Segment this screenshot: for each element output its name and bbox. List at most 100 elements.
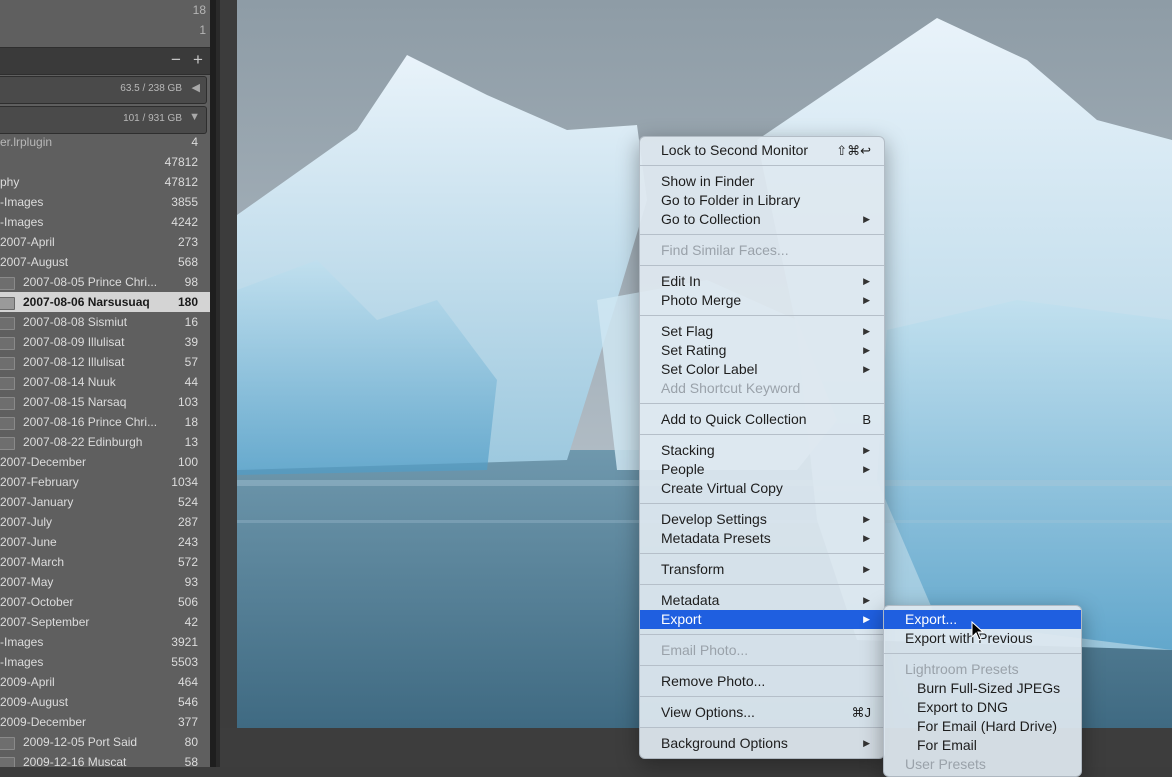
folder-photo-count: 58 <box>184 755 198 767</box>
menu-item-set-color-label[interactable]: Set Color Label ▶ <box>640 360 884 379</box>
folder-row[interactable]: 2007-08-08 Sismiut 16 <box>0 312 210 332</box>
folder-row[interactable]: 2007-January 524 <box>0 492 210 512</box>
folder-photo-count: 103 <box>177 395 198 409</box>
folder-photo-count: 273 <box>177 235 198 249</box>
menu-item-photo-merge[interactable]: Photo Merge ▶ <box>640 291 884 310</box>
menu-item-background-options[interactable]: Background Options ▶ <box>640 734 884 753</box>
folder-row[interactable]: 2009-12-16 Muscat 58 <box>0 752 210 767</box>
folder-photo-count: 287 <box>177 515 198 529</box>
menu-item-label: Lock to Second Monitor <box>661 142 809 158</box>
folder-row[interactable]: 2007-October 506 <box>0 592 210 612</box>
menu-separator <box>640 434 884 435</box>
folder-row[interactable]: 2007-08-12 Illulisat 57 <box>0 352 210 372</box>
folder-row[interactable]: -Images 3855 <box>0 192 210 212</box>
menu-item-go-to-folder-in-library[interactable]: Go to Folder in Library <box>640 191 884 210</box>
folder-name: 2007-December <box>0 455 87 469</box>
menu-separator <box>640 584 884 585</box>
submenu-item-for-email-hard-drive[interactable]: For Email (Hard Drive) <box>884 717 1081 736</box>
menu-item-lock-to-second-monitor[interactable]: Lock to Second Monitor ⇧⌘↩ <box>640 141 884 160</box>
folder-row[interactable]: 2009-August 546 <box>0 692 210 712</box>
menu-item-metadata[interactable]: Metadata ▶ <box>640 591 884 610</box>
folder-row[interactable]: 2007-July 287 <box>0 512 210 532</box>
folder-row[interactable]: 2007-December 100 <box>0 452 210 472</box>
panel-divider <box>216 0 220 767</box>
menu-item-people[interactable]: People ▶ <box>640 460 884 479</box>
folder-photo-count: 44 <box>184 375 198 389</box>
folder-name: -Images <box>0 195 44 209</box>
submenu-item-label: For Email (Hard Drive) <box>917 718 1058 734</box>
menu-item-label: Create Virtual Copy <box>661 480 783 496</box>
volume-collapse-icon[interactable]: ▼ <box>189 111 200 123</box>
folder-photo-count: 377 <box>177 715 198 729</box>
volume-usage: 101 / 931 GB <box>123 113 182 124</box>
remove-folder-button[interactable]: − <box>171 50 181 70</box>
folder-name: 2007-08-08 Sismiut <box>23 315 128 329</box>
submenu-arrow-icon: ▶ <box>863 514 870 524</box>
folder-row[interactable]: 2007-08-16 Prince Chri... 18 <box>0 412 210 432</box>
submenu-arrow-icon: ▶ <box>863 295 870 305</box>
volume-bar[interactable]: 63.5 / 238 GB ◀ <box>0 76 207 104</box>
folder-icon <box>0 277 15 290</box>
folder-row[interactable]: 2007-08-15 Narsaq 103 <box>0 392 210 412</box>
menu-item-export[interactable]: Export ▶ <box>640 610 884 629</box>
folder-row[interactable]: -Images 5503 <box>0 652 210 672</box>
folder-photo-count: 3855 <box>171 195 198 209</box>
folder-row[interactable]: 2007-August 568 <box>0 252 210 272</box>
menu-item-label: View Options... <box>661 704 755 720</box>
folder-row[interactable]: 2009-12-05 Port Said 80 <box>0 732 210 752</box>
folder-row[interactable]: phy 47812 <box>0 172 210 192</box>
menu-item-view-options[interactable]: View Options... ⌘J <box>640 703 884 722</box>
folder-row[interactable]: 2007-June 243 <box>0 532 210 552</box>
menu-item-edit-in[interactable]: Edit In ▶ <box>640 272 884 291</box>
folder-row[interactable]: 2007-March 572 <box>0 552 210 572</box>
menu-item-remove-photo[interactable]: Remove Photo... <box>640 672 884 691</box>
volume-bar[interactable]: 101 / 931 GB ▼ <box>0 106 207 134</box>
submenu-item-for-email[interactable]: For Email <box>884 736 1081 755</box>
menu-item-create-virtual-copy[interactable]: Create Virtual Copy <box>640 479 884 498</box>
menu-item-set-flag[interactable]: Set Flag ▶ <box>640 322 884 341</box>
menu-item-add-shortcut-keyword: Add Shortcut Keyword <box>640 379 884 398</box>
menu-item-label: Metadata Presets <box>661 530 771 546</box>
folder-photo-count: 57 <box>184 355 198 369</box>
folder-photo-count: 568 <box>177 255 198 269</box>
submenu-arrow-icon: ▶ <box>863 364 870 374</box>
folder-row[interactable]: 2009-December 377 <box>0 712 210 732</box>
folder-row[interactable]: 47812 <box>0 152 210 172</box>
menu-separator <box>640 403 884 404</box>
folder-name: -Images <box>0 215 44 229</box>
folder-row[interactable]: 2007-February 1034 <box>0 472 210 492</box>
folder-row[interactable]: -Images 3921 <box>0 632 210 652</box>
folder-row[interactable]: 2009-April 464 <box>0 672 210 692</box>
folder-name: 2007-September <box>0 615 90 629</box>
folder-row[interactable]: 2007-May 93 <box>0 572 210 592</box>
menu-item-transform[interactable]: Transform ▶ <box>640 560 884 579</box>
add-folder-button[interactable]: + <box>193 50 203 70</box>
shortcut-label: B <box>862 412 871 427</box>
menu-item-add-to-quick-collection[interactable]: Add to Quick Collection B <box>640 410 884 429</box>
folder-row[interactable]: -Images 4242 <box>0 212 210 232</box>
folder-name: 2007-February <box>0 475 79 489</box>
folder-row[interactable]: 2007-September 42 <box>0 612 210 632</box>
folder-row[interactable]: 2007-08-14 Nuuk 44 <box>0 372 210 392</box>
folder-name: er.lrplugin <box>0 135 53 149</box>
folder-row[interactable]: 2007-08-22 Edinburgh 13 <box>0 432 210 452</box>
folder-photo-count: 80 <box>184 735 198 749</box>
menu-item-stacking[interactable]: Stacking ▶ <box>640 441 884 460</box>
menu-item-metadata-presets[interactable]: Metadata Presets ▶ <box>640 529 884 548</box>
menu-item-go-to-collection[interactable]: Go to Collection ▶ <box>640 210 884 229</box>
folder-row[interactable]: 2007-April 273 <box>0 232 210 252</box>
folder-row[interactable]: 2007-08-09 Illulisat 39 <box>0 332 210 352</box>
menu-item-set-rating[interactable]: Set Rating ▶ <box>640 341 884 360</box>
menu-item-develop-settings[interactable]: Develop Settings ▶ <box>640 510 884 529</box>
menu-item-show-in-finder[interactable]: Show in Finder <box>640 172 884 191</box>
folder-row[interactable]: 2007-08-06 Narsusuaq 180 <box>0 292 210 312</box>
folder-row[interactable]: 2007-08-05 Prince Chri... 98 <box>0 272 210 292</box>
submenu-item-export-to-dng[interactable]: Export to DNG <box>884 698 1081 717</box>
folder-row[interactable]: er.lrplugin 4 <box>0 132 210 152</box>
menu-separator <box>640 234 884 235</box>
volume-expand-icon[interactable]: ◀ <box>192 81 200 94</box>
submenu-item-burn-full-sized-jpegs[interactable]: Burn Full-Sized JPEGs <box>884 679 1081 698</box>
folder-photo-count: 100 <box>177 455 198 469</box>
menu-item-email-photo: Email Photo... <box>640 641 884 660</box>
folder-name: 2007-June <box>0 535 57 549</box>
